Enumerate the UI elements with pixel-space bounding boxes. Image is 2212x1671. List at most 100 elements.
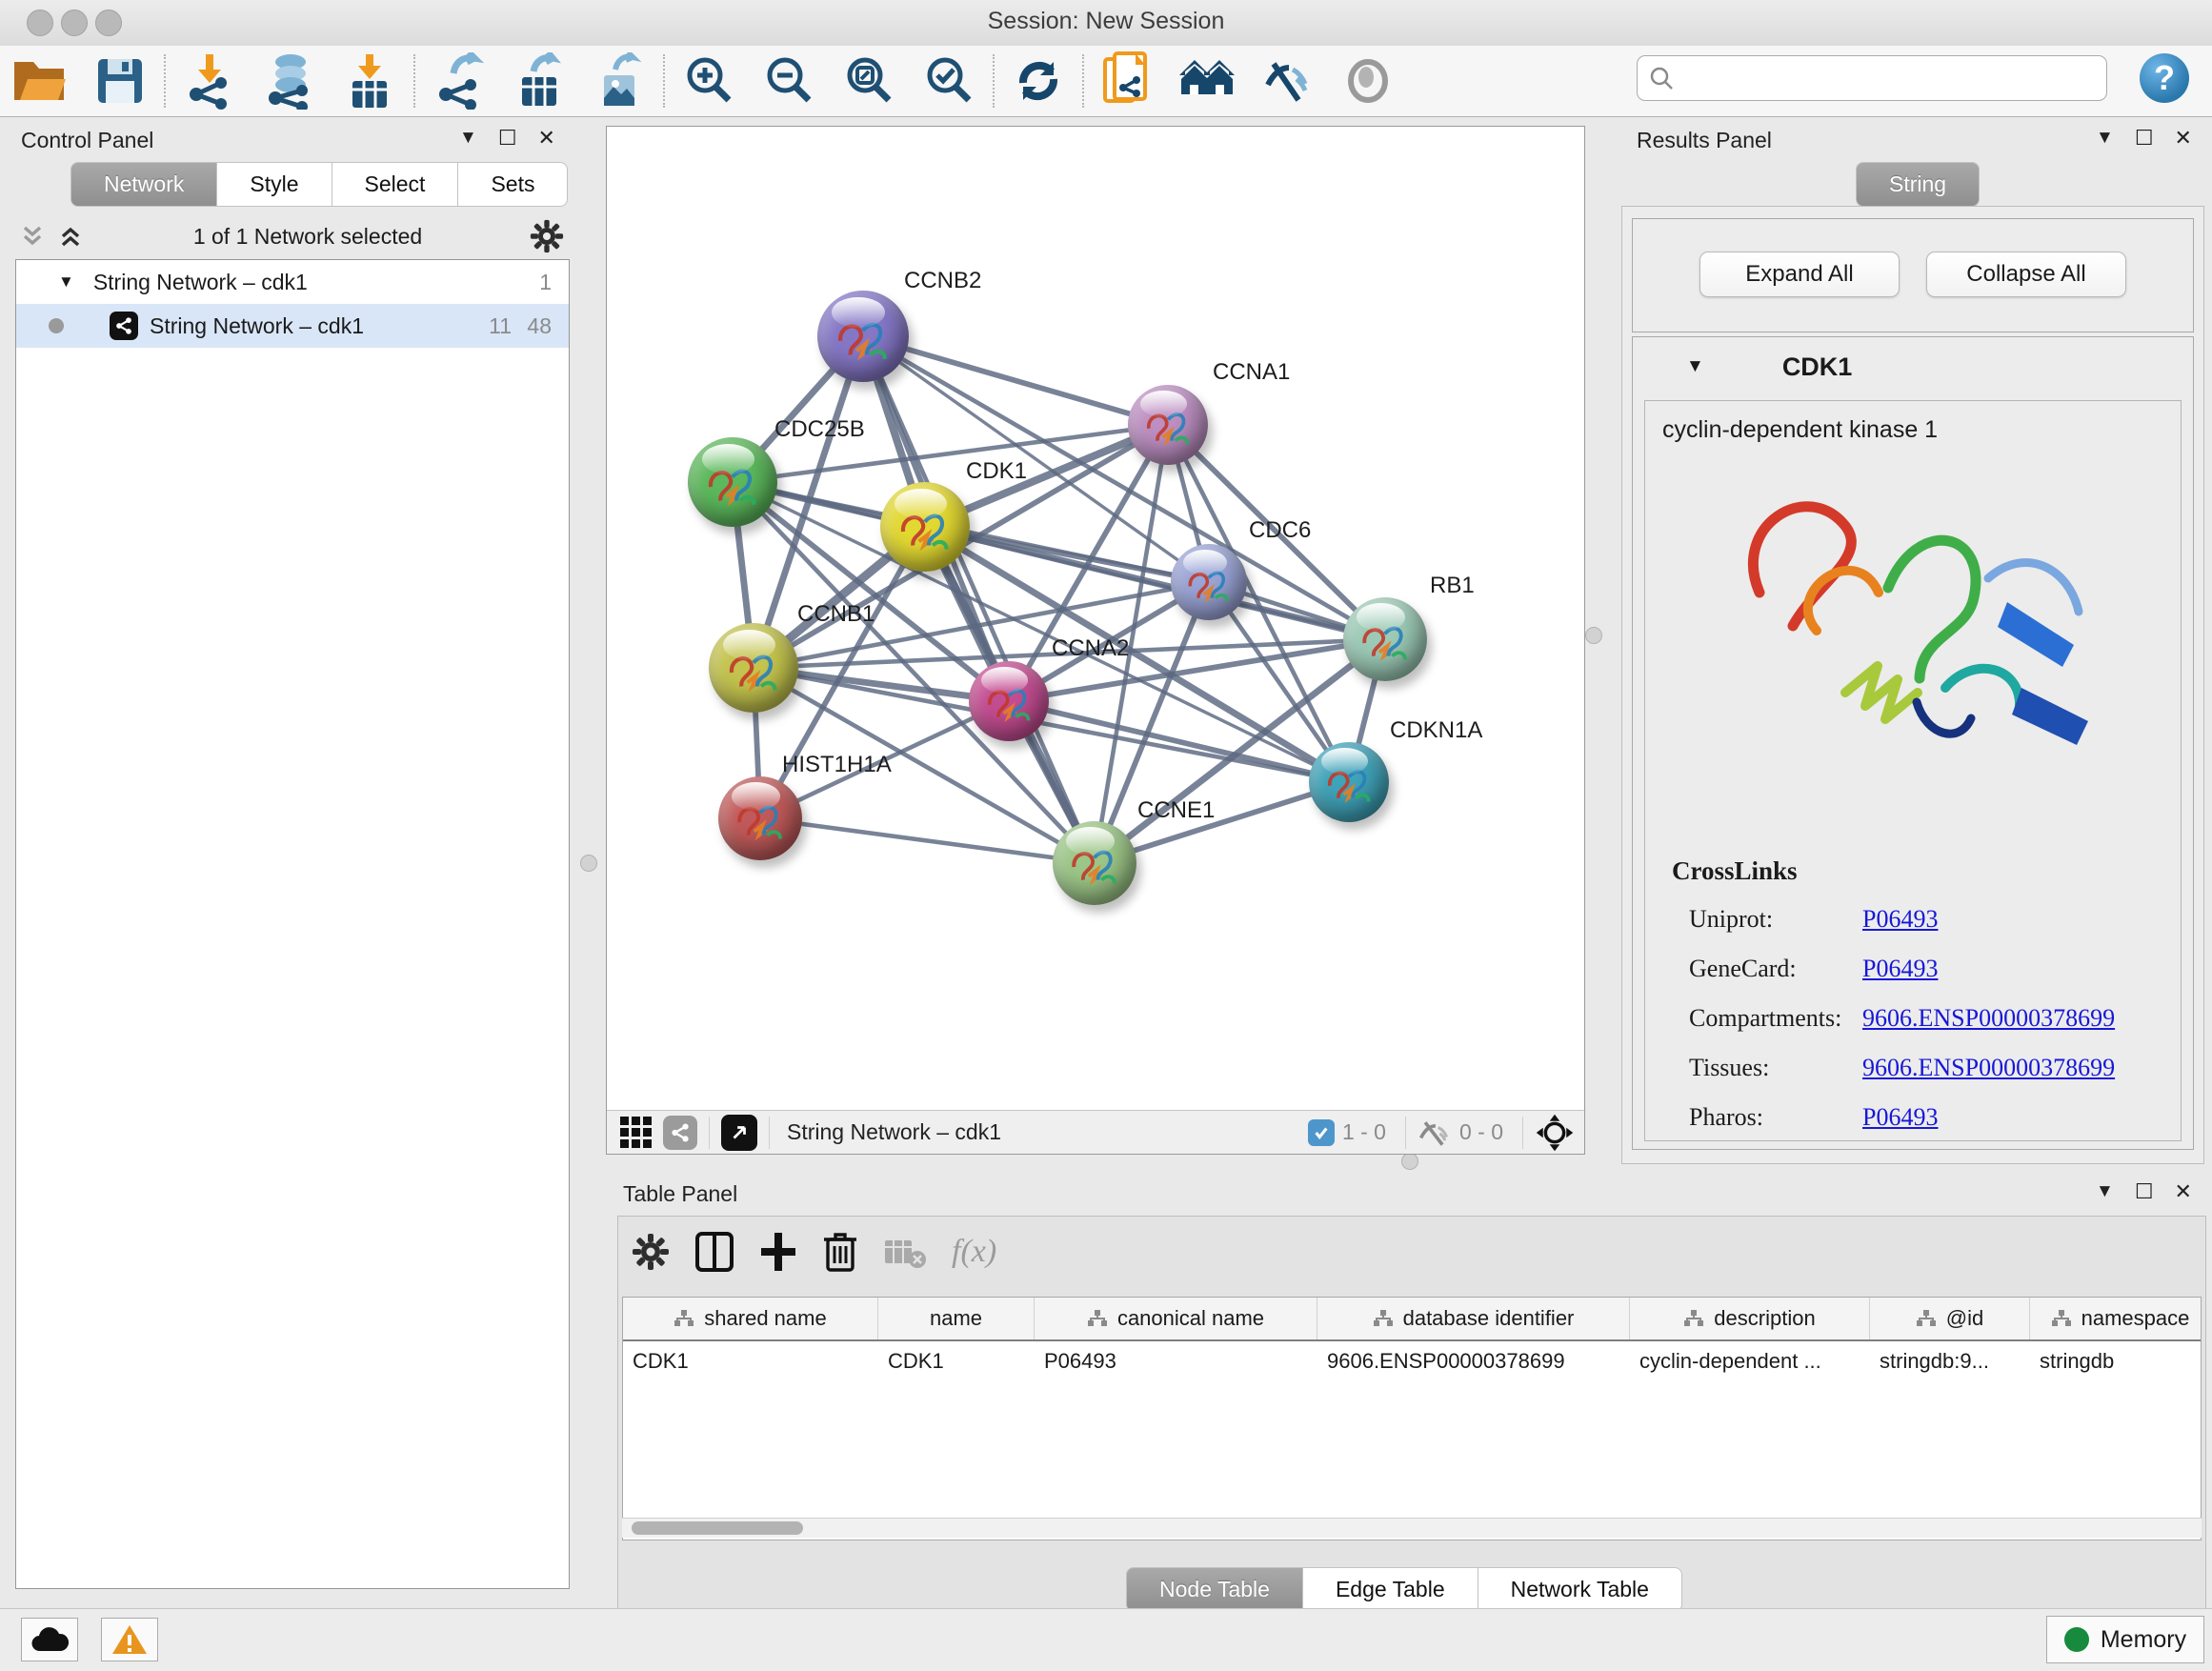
horizontal-splitter-handle[interactable] — [1401, 1153, 1418, 1170]
crosslink-link[interactable]: 9606.ENSP00000378699 — [1862, 1054, 2115, 1082]
edge-CCNB2-CCNE1[interactable] — [863, 336, 1095, 863]
tab-edge-table[interactable]: Edge Table — [1303, 1567, 1478, 1612]
table-cell[interactable]: CDK1 — [623, 1341, 878, 1381]
network-row[interactable]: String Network – cdk1 11 48 — [16, 304, 569, 348]
node-CCNA2[interactable] — [969, 661, 1049, 741]
column-header-shared-name[interactable]: shared name — [623, 1298, 878, 1339]
table-cell[interactable]: stringdb — [2030, 1341, 2202, 1381]
node-CCNB2[interactable] — [817, 291, 909, 382]
close-panel-icon[interactable]: ✕ — [538, 126, 555, 151]
column-header-description[interactable]: description — [1630, 1298, 1870, 1339]
import-network-database-icon[interactable] — [250, 51, 330, 111]
tab-network[interactable]: Network — [70, 162, 217, 207]
node-HIST1H1A[interactable] — [718, 776, 802, 860]
save-session-icon[interactable] — [80, 51, 160, 111]
tab-select[interactable]: Select — [332, 162, 459, 207]
float-panel-icon[interactable]: ☐ — [2135, 1179, 2154, 1204]
network-collection-row[interactable]: ▼ String Network – cdk1 1 — [16, 260, 569, 304]
tab-network-table[interactable]: Network Table — [1478, 1567, 1682, 1612]
edge-CCNA2-CDKN1A[interactable] — [1009, 701, 1349, 782]
column-header-namespace[interactable]: namespace — [2030, 1298, 2202, 1339]
expand-all-chevron-icon[interactable] — [19, 224, 48, 249]
zoom-out-icon[interactable] — [749, 51, 829, 111]
export-table-icon[interactable] — [499, 51, 579, 111]
collapse-panel-icon[interactable]: ▼ — [2096, 1181, 2114, 1202]
grid-view-icon[interactable] — [620, 1117, 652, 1148]
horizontal-scrollbar[interactable] — [622, 1518, 2202, 1538]
zoom-in-icon[interactable] — [669, 51, 749, 111]
node-CCNA1[interactable] — [1128, 385, 1208, 465]
help-icon[interactable]: ? — [2140, 53, 2189, 103]
column-header-canonical-name[interactable]: canonical name — [1035, 1298, 1317, 1339]
export-image-icon[interactable] — [579, 51, 659, 111]
tab-node-table[interactable]: Node Table — [1126, 1567, 1303, 1612]
scrollbar-thumb[interactable] — [632, 1521, 803, 1535]
column-header-name[interactable]: name — [878, 1298, 1035, 1339]
memory-button[interactable]: Memory — [2046, 1616, 2204, 1663]
node-CDK1[interactable] — [880, 482, 970, 572]
edge-CCNB2-CCNA1[interactable] — [863, 336, 1168, 425]
manage-networks-icon[interactable] — [1088, 51, 1168, 111]
collapse-panel-icon[interactable]: ▼ — [459, 128, 477, 149]
zoom-selected-icon[interactable] — [909, 51, 989, 111]
center-view-crosshair-icon[interactable] — [1535, 1113, 1575, 1153]
float-panel-icon[interactable]: ☐ — [2135, 126, 2154, 151]
table-cell[interactable]: P06493 — [1035, 1341, 1317, 1381]
tab-style[interactable]: Style — [217, 162, 332, 207]
crosslink-link[interactable]: 9606.ENSP00000378699 — [1862, 1004, 2115, 1033]
refresh-icon[interactable] — [998, 51, 1078, 111]
column-header-database-identifier[interactable]: database identifier — [1317, 1298, 1630, 1339]
tab-sets[interactable]: Sets — [458, 162, 568, 207]
session-home-icon[interactable] — [1168, 51, 1248, 111]
network-options-gear-icon[interactable] — [530, 219, 564, 253]
crosslink-link[interactable]: P06493 — [1862, 1103, 1938, 1132]
crosslink-link[interactable]: P06493 — [1862, 905, 1938, 934]
import-network-file-icon[interactable] — [170, 51, 250, 111]
edge-CCNE1-HIST1H1A[interactable] — [760, 818, 1095, 863]
node-CDKN1A[interactable] — [1309, 742, 1389, 822]
close-panel-icon[interactable]: ✕ — [2175, 126, 2192, 151]
node-CDC25B[interactable] — [688, 437, 777, 527]
search-input[interactable] — [1674, 65, 2078, 91]
hide-panels-eye-icon[interactable] — [1248, 51, 1328, 111]
right-splitter-handle[interactable] — [1585, 627, 1602, 644]
search-field[interactable] — [1637, 55, 2107, 101]
add-column-icon[interactable] — [759, 1231, 797, 1273]
node-CCNE1[interactable] — [1053, 821, 1136, 905]
left-splitter-handle[interactable] — [580, 855, 597, 872]
selected-checkbox-icon[interactable] — [1308, 1119, 1335, 1146]
table-row[interactable]: CDK1CDK1P064939606.ENSP00000378699cyclin… — [623, 1341, 2201, 1381]
entry-header[interactable]: ▼ CDK1 — [1633, 337, 2193, 396]
show-columns-icon[interactable] — [694, 1231, 734, 1273]
tab-string[interactable]: String — [1856, 162, 1980, 207]
crosslink-row: GeneCard:P06493 — [1689, 955, 2181, 985]
close-panel-icon[interactable]: ✕ — [2175, 1179, 2192, 1204]
network-canvas[interactable]: CCNB2CCNA1CDC25BCDK1CDC6RB1CCNB1CCNA2CDK… — [606, 126, 1585, 1155]
warning-status-button[interactable] — [101, 1618, 158, 1661]
network-birdseye-icon[interactable] — [663, 1116, 697, 1150]
float-panel-icon[interactable]: ☐ — [498, 126, 517, 151]
table-cell[interactable]: stringdb:9... — [1870, 1341, 2030, 1381]
table-options-gear-icon[interactable] — [632, 1233, 670, 1271]
node-CDC6[interactable] — [1171, 544, 1247, 620]
table-cell[interactable]: cyclin-dependent ... — [1630, 1341, 1870, 1381]
expand-all-button[interactable]: Expand All — [1699, 252, 1900, 297]
export-network-icon[interactable] — [419, 51, 499, 111]
zoom-fit-icon[interactable] — [829, 51, 909, 111]
collapse-panel-icon[interactable]: ▼ — [2096, 128, 2114, 149]
delete-column-trash-icon[interactable] — [822, 1230, 858, 1274]
cloud-status-button[interactable] — [21, 1618, 78, 1661]
column-header-@id[interactable]: @id — [1870, 1298, 2030, 1339]
crosslink-link[interactable]: P06493 — [1862, 955, 1938, 983]
node-CCNB1[interactable] — [709, 623, 798, 713]
entry-expand-icon[interactable]: ▼ — [1686, 356, 1704, 377]
node-RB1[interactable] — [1343, 597, 1427, 681]
table-cell[interactable]: 9606.ENSP00000378699 — [1317, 1341, 1630, 1381]
table-cell[interactable]: CDK1 — [878, 1341, 1035, 1381]
collection-expand-icon[interactable]: ▼ — [58, 272, 74, 292]
open-folder-icon[interactable] — [0, 51, 80, 111]
collapse-all-chevron-icon[interactable] — [57, 224, 86, 249]
collapse-all-button[interactable]: Collapse All — [1926, 252, 2126, 297]
detach-view-icon[interactable] — [721, 1115, 757, 1151]
import-table-file-icon[interactable] — [330, 51, 410, 111]
